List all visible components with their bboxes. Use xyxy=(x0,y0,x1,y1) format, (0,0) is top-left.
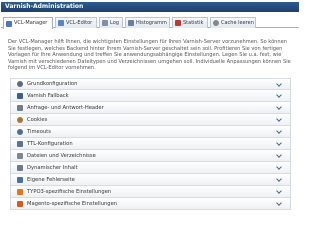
magento-icon xyxy=(17,200,23,207)
section-label: TYPO3-spezifische Einstellungen xyxy=(27,188,112,195)
intro-text: Der VCL-Manager hilft Ihnen, die wichtig… xyxy=(8,39,291,72)
tab-label: Statistik xyxy=(183,19,204,26)
section-label: Magento-spezifische Einstellungen xyxy=(27,200,118,207)
chevron-down-icon[interactable] xyxy=(276,164,282,170)
window-title: Varnish-Administration xyxy=(1,2,299,12)
chevron-down-icon[interactable] xyxy=(276,128,282,134)
tab-histogramm[interactable]: Histogramm xyxy=(125,17,170,28)
section-magento[interactable]: Magento-spezifische Einstellungen xyxy=(10,198,291,210)
chevron-down-icon[interactable] xyxy=(276,104,282,110)
section-timeouts[interactable]: Timeouts xyxy=(10,126,291,138)
tab-cache-leeren[interactable]: Cache leeren xyxy=(210,17,256,28)
tab-statistik[interactable]: Statistik xyxy=(172,17,208,28)
typo3-icon xyxy=(17,188,23,195)
section-label: Dateien und Verzeichnisse xyxy=(27,152,96,159)
chevron-down-icon[interactable] xyxy=(276,116,282,122)
document-icon xyxy=(6,20,12,27)
chevron-down-icon[interactable] xyxy=(276,81,282,87)
folder-icon xyxy=(17,152,23,159)
section-label: TTL-Konfiguration xyxy=(27,140,73,147)
dynamic-content-icon xyxy=(17,164,23,171)
chevron-down-icon[interactable] xyxy=(276,92,282,98)
log-icon xyxy=(102,20,108,26)
error-page-icon xyxy=(17,176,23,183)
edit-icon xyxy=(58,20,64,26)
clear-cache-icon xyxy=(213,20,219,26)
section-dateien[interactable]: Dateien und Verzeichnisse xyxy=(10,150,291,162)
tab-label: Cache leeren xyxy=(221,19,254,26)
tab-label: Log xyxy=(110,19,119,26)
section-dynamischer-inhalt[interactable]: Dynamischer Inhalt xyxy=(10,162,291,174)
section-cookies[interactable]: Cookies xyxy=(10,114,291,126)
section-label: Timeouts xyxy=(27,128,51,135)
chevron-down-icon[interactable] xyxy=(276,188,282,194)
settings-sections: Grundkonfiguration Varnish Fallback Anfr… xyxy=(10,78,291,210)
section-label: Eigene Fehlerseite xyxy=(27,176,75,183)
section-label: Anfrage- und Antwort-Header xyxy=(27,104,104,111)
gear-icon xyxy=(17,81,23,87)
section-typo3[interactable]: TYPO3-spezifische Einstellungen xyxy=(10,186,291,198)
section-label: Dynamischer Inhalt xyxy=(27,164,78,171)
cookie-icon xyxy=(17,116,23,123)
tab-label: Histogramm xyxy=(136,19,167,26)
tab-label: VCL-Editor xyxy=(66,19,93,26)
header-icon xyxy=(17,104,23,111)
chevron-down-icon[interactable] xyxy=(276,152,282,158)
statistics-icon xyxy=(175,20,181,26)
clock-icon xyxy=(17,128,23,135)
section-varnish-fallback[interactable]: Varnish Fallback xyxy=(10,90,291,102)
histogram-icon xyxy=(128,20,134,26)
section-label: Varnish Fallback xyxy=(27,92,69,99)
section-label: Cookies xyxy=(27,116,48,123)
section-fehlerseite[interactable]: Eigene Fehlerseite xyxy=(10,174,291,186)
section-grundkonfiguration[interactable]: Grundkonfiguration xyxy=(10,78,291,90)
chevron-down-icon[interactable] xyxy=(276,140,282,146)
tab-vcl-editor[interactable]: VCL-Editor xyxy=(55,17,97,28)
tab-log[interactable]: Log xyxy=(99,17,123,28)
chevron-down-icon[interactable] xyxy=(276,176,282,182)
tab-vcl-manager[interactable]: VCL-Manager xyxy=(3,17,53,29)
fallback-icon xyxy=(17,92,23,99)
tab-bar: VCL-Manager VCL-Editor Log Histogramm St… xyxy=(1,16,299,29)
section-ttl-konfiguration[interactable]: TTL-Konfiguration xyxy=(10,138,291,150)
section-label: Grundkonfiguration xyxy=(27,81,78,87)
chevron-down-icon[interactable] xyxy=(276,200,282,206)
tab-label: VCL-Manager xyxy=(14,20,48,26)
section-header[interactable]: Anfrage- und Antwort-Header xyxy=(10,102,291,114)
ttl-icon xyxy=(17,140,23,147)
